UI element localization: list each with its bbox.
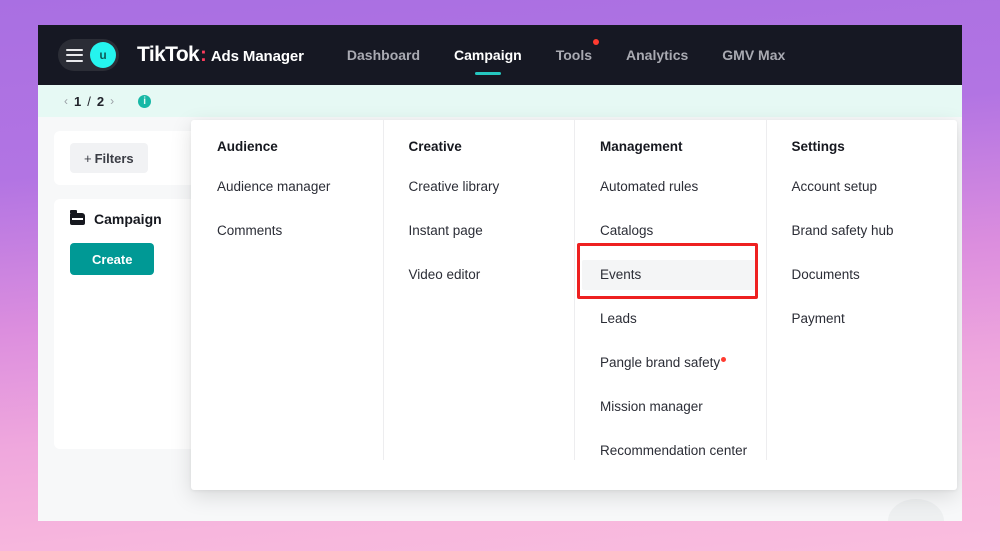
tools-mega-menu-dropdown: Audience Audience manager Comments Creat… bbox=[191, 120, 957, 490]
menu-item-label: Leads bbox=[600, 311, 637, 326]
menu-item-video-editor[interactable]: Video editor bbox=[409, 260, 549, 290]
menu-item-mission-manager[interactable]: Mission manager bbox=[600, 392, 740, 422]
nav-link-gmv-max[interactable]: GMV Max bbox=[722, 25, 785, 85]
pagination-prev-icon[interactable]: ‹ bbox=[64, 94, 68, 108]
nav-left-cluster: u TikTok : Ads Manager Dashboard Campaig… bbox=[38, 25, 785, 85]
nav-link-label: Tools bbox=[555, 47, 593, 63]
menu-item-brand-safety-hub[interactable]: Brand safety hub bbox=[792, 216, 932, 246]
menu-item-events[interactable]: Events bbox=[582, 260, 756, 290]
menu-item-comments[interactable]: Comments bbox=[217, 216, 357, 246]
menu-column-title: Settings bbox=[791, 139, 845, 154]
menu-item-label: Recommendation center bbox=[600, 443, 748, 458]
menu-item-label: Catalogs bbox=[600, 223, 654, 238]
pagination-total-pages: 2 bbox=[96, 93, 105, 109]
menu-column-creative: Creative Creative library Instant page V… bbox=[382, 120, 575, 490]
menu-item-label: Comments bbox=[217, 223, 283, 238]
menu-item-label: Events bbox=[600, 267, 642, 282]
nav-link-campaign[interactable]: Campaign bbox=[454, 25, 522, 85]
nav-link-label: Analytics bbox=[626, 47, 689, 63]
menu-item-label: Brand safety hub bbox=[791, 223, 894, 238]
menu-item-label: Creative library bbox=[408, 179, 500, 194]
brand-separator: : bbox=[200, 44, 207, 66]
announcement-banner: ‹ 1 / 2 › i bbox=[38, 85, 962, 117]
menu-item-label: Mission manager bbox=[600, 399, 703, 414]
menu-column-audience: Audience Audience manager Comments bbox=[191, 120, 383, 490]
new-badge-dot-icon bbox=[721, 356, 727, 362]
tools-notification-dot-icon bbox=[593, 39, 600, 45]
menu-item-creative-library[interactable]: Creative library bbox=[409, 172, 549, 202]
nav-link-analytics[interactable]: Analytics bbox=[626, 25, 688, 85]
decorative-gradient-backdrop: u TikTok : Ads Manager Dashboard Campaig… bbox=[0, 0, 1000, 551]
hamburger-menu-icon[interactable] bbox=[66, 48, 83, 62]
menu-item-documents[interactable]: Documents bbox=[792, 260, 932, 290]
menu-item-automated-rules[interactable]: Automated rules bbox=[600, 172, 740, 202]
add-filters-button[interactable]: + Filters bbox=[70, 143, 148, 173]
brand-product-name: Ads Manager bbox=[210, 48, 304, 65]
menu-item-label: Audience manager bbox=[217, 179, 331, 194]
pagination-next-icon[interactable]: › bbox=[110, 94, 114, 108]
menu-item-pangle-brand-safety[interactable]: Pangle brand safety bbox=[600, 348, 740, 378]
menu-item-catalogs[interactable]: Catalogs bbox=[600, 216, 740, 246]
brand-logo-text: TikTok bbox=[137, 43, 200, 66]
primary-nav: Dashboard Campaign Tools Analytics GMV M… bbox=[347, 25, 785, 85]
avatar[interactable]: u bbox=[90, 42, 116, 68]
menu-column-settings: Settings Account setup Brand safety hub … bbox=[765, 120, 958, 490]
menu-item-label: Pangle brand safety bbox=[600, 355, 721, 370]
brand-logo[interactable]: TikTok : Ads Manager bbox=[137, 43, 304, 67]
add-filters-label: Filters bbox=[94, 150, 134, 166]
menu-item-label: Video editor bbox=[408, 267, 481, 282]
menu-item-label: Documents bbox=[791, 267, 860, 282]
menu-avatar-pill[interactable]: u bbox=[58, 39, 119, 71]
menu-column-management: Management Automated rules Catalogs Even… bbox=[574, 120, 766, 490]
page-title: Campaign bbox=[94, 211, 162, 227]
menu-item-instant-page[interactable]: Instant page bbox=[409, 216, 549, 246]
menu-item-label: Instant page bbox=[408, 223, 483, 238]
menu-item-label: Account setup bbox=[791, 179, 878, 194]
menu-item-payment[interactable]: Payment bbox=[792, 304, 932, 334]
menu-column-title: Audience bbox=[217, 139, 278, 154]
menu-column-title: Creative bbox=[408, 139, 462, 154]
pagination-separator: / bbox=[87, 93, 91, 109]
info-icon: i bbox=[138, 94, 152, 108]
app-window: u TikTok : Ads Manager Dashboard Campaig… bbox=[38, 25, 962, 521]
nav-link-tools[interactable]: Tools bbox=[555, 25, 600, 85]
menu-item-label: Payment bbox=[791, 311, 845, 326]
folder-icon bbox=[70, 210, 85, 225]
nav-link-dashboard[interactable]: Dashboard bbox=[347, 25, 420, 85]
nav-link-label: Dashboard bbox=[346, 47, 421, 63]
banner-pagination[interactable]: ‹ 1 / 2 › bbox=[64, 94, 114, 109]
menu-item-recommendation-center[interactable]: Recommendation center bbox=[600, 436, 747, 466]
create-campaign-button[interactable]: Create bbox=[70, 243, 155, 275]
nav-link-label: GMV Max bbox=[722, 47, 786, 63]
menu-item-audience-manager[interactable]: Audience manager bbox=[217, 172, 357, 202]
menu-column-title: Management bbox=[600, 139, 683, 154]
plus-icon: + bbox=[84, 150, 92, 166]
pagination-current-page: 1 bbox=[74, 93, 82, 109]
menu-item-leads[interactable]: Leads bbox=[600, 304, 740, 334]
top-navigation-bar: u TikTok : Ads Manager Dashboard Campaig… bbox=[38, 25, 962, 85]
menu-item-account-setup[interactable]: Account setup bbox=[792, 172, 932, 202]
nav-link-label: Campaign bbox=[454, 47, 522, 63]
menu-item-label: Automated rules bbox=[600, 179, 699, 194]
